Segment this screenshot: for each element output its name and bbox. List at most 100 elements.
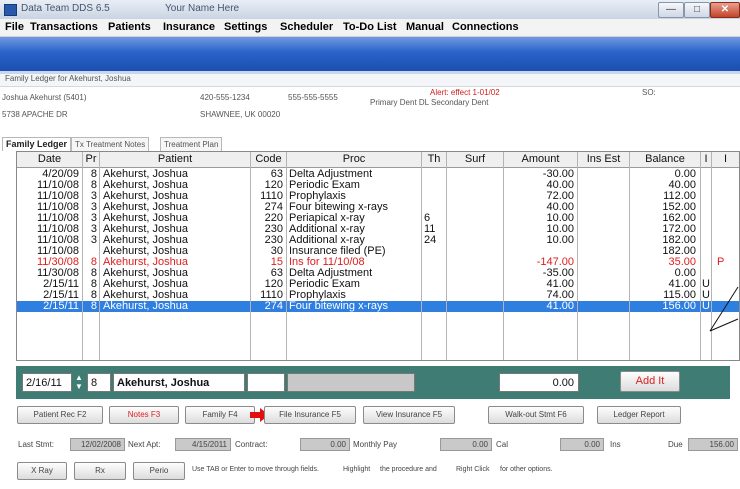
notes-button[interactable]: Notes F3 [109, 406, 179, 424]
cell-code: 1110 [260, 191, 283, 202]
cell-ins [578, 246, 627, 257]
tab-treatment-plan[interactable]: Treatment Plan [160, 137, 223, 151]
ledger-table: Date Pr Patient Code Proc Th Surf Amount… [16, 151, 740, 361]
hint-right-click: Right Click [456, 466, 490, 473]
view-insurance-button[interactable]: View Insurance F5 [363, 406, 455, 424]
cell-date: 2/15/11 [43, 301, 79, 312]
menu-todo-list[interactable]: To-Do List [343, 21, 397, 33]
cell-proc: Four bitewing x-rays [289, 301, 389, 312]
patient-alert[interactable]: Alert: effect 1-01/02 [430, 88, 500, 97]
minimize-button[interactable]: — [658, 2, 684, 18]
col-header-amount[interactable]: Amount [504, 152, 578, 168]
table-row[interactable]: 11/10/08 8 Akehurst, Joshua 120 Periodic Exa… [17, 180, 739, 191]
table-row[interactable]: 11/30/08 8 Akehurst, Joshua 15 Ins for 11/10… [17, 257, 739, 268]
menu-insurance[interactable]: Insurance [163, 21, 215, 33]
col-header-balance[interactable]: Balance [630, 152, 701, 168]
table-row[interactable]: 2/15/11 8 Akehurst, Joshua 1110 Prophylaxis 7… [17, 290, 739, 301]
table-row[interactable]: 11/10/08 Akehurst, Joshua 30 Insurance file… [17, 246, 739, 257]
walkout-statement-button[interactable]: Walk-out Stmt F6 [488, 406, 584, 424]
table-row[interactable]: 11/10/08 3 Akehurst, Joshua 274 Four bitewin… [17, 202, 739, 213]
entry-amount-field[interactable]: 0.00 [499, 373, 579, 392]
due-label: Due [668, 440, 683, 449]
grid-line [286, 152, 287, 360]
cell-ins [578, 279, 627, 290]
table-row[interactable]: 11/10/08 3 Akehurst, Joshua 230 Additional x… [17, 235, 739, 246]
col-header-pr[interactable]: Pr [83, 152, 100, 168]
entry-code-field[interactable] [247, 373, 285, 392]
monthly-pay-label: Monthly Pay [353, 440, 398, 449]
cell-surf [449, 301, 503, 312]
ledger-window-title-text: Family Ledger for Akehurst, Joshua [5, 74, 131, 83]
col-header-code[interactable]: Code [251, 152, 287, 168]
hint-options: for other options. [500, 466, 553, 473]
cell-code: 120 [264, 180, 283, 191]
cell-surf [449, 224, 503, 235]
cell-patient: Akehurst, Joshua [103, 180, 188, 191]
entry-provider-field[interactable]: 8 [87, 373, 111, 392]
cell-proc: Insurance filed (PE) [289, 246, 386, 257]
cell-ins [578, 180, 627, 191]
menu-connections[interactable]: Connections [452, 21, 519, 33]
cell-proc: Prophylaxis [289, 290, 346, 301]
cell-surf [449, 169, 503, 180]
tab-treatment-notes[interactable]: Tx Treatment Notes [71, 137, 150, 151]
cell-code: 230 [264, 235, 283, 246]
col-header-patient[interactable]: Patient [100, 152, 251, 168]
perio-button[interactable]: Perio [133, 462, 185, 480]
table-row[interactable]: 4/20/09 8 Akehurst, Joshua 63 Delta Adjustme… [17, 169, 739, 180]
rx-button[interactable]: Rx [74, 462, 126, 480]
cell-pr: 8 [90, 180, 97, 191]
app-icon [4, 4, 17, 16]
entry-proc-field[interactable] [287, 373, 415, 392]
col-header-ins-est[interactable]: Ins Est [578, 152, 630, 168]
family-button[interactable]: Family F4 [185, 406, 255, 424]
file-insurance-button[interactable]: File Insurance F5 [264, 406, 356, 424]
col-header-proc[interactable]: Proc [287, 152, 422, 168]
window-title-bar: Data Team DDS 6.5 Your Name Here — □ ✕ [0, 0, 740, 20]
col-header-surf[interactable]: Surf [447, 152, 504, 168]
table-row[interactable]: 2/15/11 8 Akehurst, Joshua 274 Four bitewing… [17, 301, 739, 312]
menu-patients[interactable]: Patients [108, 21, 151, 33]
entry-patient-field[interactable]: Akehurst, Joshua [113, 373, 245, 392]
patient-rec-button[interactable]: Patient Rec F2 [17, 406, 103, 424]
cell-proc: Periapical x-ray [289, 213, 365, 224]
add-it-button[interactable]: Add It [620, 371, 680, 392]
date-spinner[interactable]: ▲ ▼ [73, 373, 85, 392]
cell-th: 11 [424, 224, 436, 235]
menu-settings[interactable]: Settings [224, 21, 267, 33]
menu-transactions[interactable]: Transactions [30, 21, 98, 33]
cell-pr: 3 [90, 202, 97, 213]
table-row[interactable]: 11/10/08 3 Akehurst, Joshua 220 Periapical x… [17, 213, 739, 224]
patient-phone2: 555-555-5555 [288, 93, 338, 102]
table-row[interactable]: 11/10/08 3 Akehurst, Joshua 230 Additional x… [17, 224, 739, 235]
cell-balance: 115.00 [663, 290, 696, 301]
cell-patient: Akehurst, Joshua [103, 246, 188, 257]
maximize-button[interactable]: □ [684, 2, 710, 18]
cell-amount: 40.00 [546, 202, 574, 213]
tab-family-ledger[interactable]: Family Ledger [2, 137, 72, 151]
col-header-tooth[interactable]: Th [422, 152, 447, 168]
cell-patient: Akehurst, Joshua [103, 202, 188, 213]
cell-balance: 156.00 [662, 301, 696, 312]
table-row[interactable]: 2/15/11 8 Akehurst, Joshua 120 Periodic Exam… [17, 279, 739, 290]
col-header-date[interactable]: Date [17, 152, 83, 168]
cell-patient: Akehurst, Joshua [103, 224, 188, 235]
close-button[interactable]: ✕ [710, 2, 740, 18]
menu-scheduler[interactable]: Scheduler [280, 21, 333, 33]
cell-th [424, 290, 446, 301]
cell-th [424, 279, 446, 290]
entry-date-field[interactable]: 2/16/11 [22, 373, 72, 392]
table-row[interactable]: 11/10/08 3 Akehurst, Joshua 1110 Prophylaxis… [17, 191, 739, 202]
xray-button[interactable]: X Ray [17, 462, 67, 480]
cell-flag: P [717, 257, 725, 268]
cell-amount: 74.00 [546, 290, 574, 301]
menu-bar: File Transactions Patients Insurance Set… [0, 19, 740, 37]
ledger-report-button[interactable]: Ledger Report [597, 406, 681, 424]
cell-proc: Delta Adjustment [289, 169, 373, 180]
cal-label: Cal [496, 440, 509, 449]
menu-file[interactable]: File [5, 21, 24, 33]
table-row[interactable]: 11/30/08 8 Akehurst, Joshua 63 Delta Adjustm… [17, 268, 739, 279]
col-header-flag2[interactable]: I [712, 152, 739, 168]
menu-manual[interactable]: Manual [406, 21, 444, 33]
cell-pr: 3 [90, 191, 97, 202]
